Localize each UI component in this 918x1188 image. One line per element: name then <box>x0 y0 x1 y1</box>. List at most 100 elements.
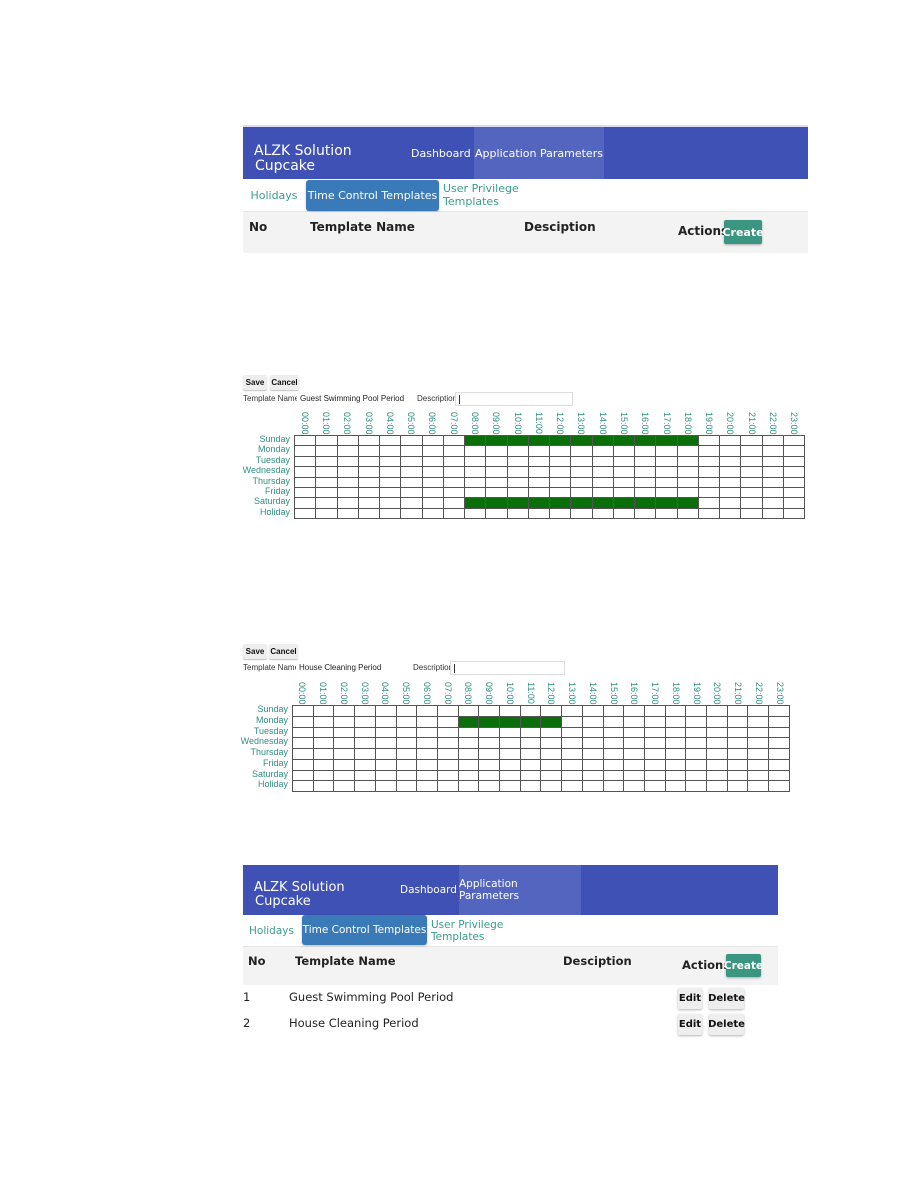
schedule-cell[interactable] <box>591 455 614 468</box>
schedule-cell[interactable] <box>697 486 721 499</box>
schedule-cell[interactable] <box>581 715 604 728</box>
schedule-cell[interactable] <box>336 497 359 509</box>
schedule-cell[interactable] <box>664 780 687 792</box>
schedule-cell[interactable] <box>478 715 501 728</box>
schedule-cell[interactable] <box>540 769 563 782</box>
schedule-cell[interactable] <box>726 726 749 739</box>
schedule-cell[interactable] <box>581 748 604 760</box>
schedule-cell[interactable] <box>499 715 521 728</box>
schedule-cell[interactable] <box>463 507 487 520</box>
schedule-cell[interactable] <box>400 507 423 520</box>
schedule-cell[interactable] <box>527 445 551 457</box>
schedule-cell[interactable] <box>706 726 728 739</box>
schedule-cell[interactable] <box>400 486 423 499</box>
schedule-cell[interactable] <box>706 780 728 792</box>
schedule-cell[interactable] <box>293 476 317 488</box>
schedule-cell[interactable] <box>315 476 338 488</box>
schedule-cell[interactable] <box>540 715 563 728</box>
schedule-cell[interactable] <box>416 705 438 717</box>
schedule-cell[interactable] <box>457 748 480 760</box>
schedule-cell[interactable] <box>293 466 317 478</box>
schedule-cell[interactable] <box>740 434 763 447</box>
schedule-cell[interactable] <box>761 476 784 488</box>
schedule-cell[interactable] <box>676 486 699 499</box>
schedule-cell[interactable] <box>726 705 749 717</box>
schedule-cell[interactable] <box>416 715 438 728</box>
schedule-cell[interactable] <box>761 507 784 520</box>
schedule-cell[interactable] <box>623 780 645 792</box>
schedule-cell[interactable] <box>548 486 572 499</box>
schedule-cell[interactable] <box>561 726 583 739</box>
schedule-cell[interactable] <box>685 758 708 771</box>
schedule-cell[interactable] <box>747 705 770 717</box>
schedule-cell[interactable] <box>581 769 604 782</box>
schedule-cell[interactable] <box>548 455 572 468</box>
schedule-cell[interactable] <box>442 455 466 468</box>
schedule-cell[interactable] <box>676 434 699 447</box>
schedule-cell[interactable] <box>643 748 666 760</box>
nav-dashboard[interactable]: Dashboard <box>401 127 481 179</box>
schedule-cell[interactable] <box>442 507 466 520</box>
schedule-cell[interactable] <box>633 486 657 499</box>
schedule-cell[interactable] <box>697 434 721 447</box>
schedule-cell[interactable] <box>643 758 666 771</box>
schedule-cell[interactable] <box>540 758 563 771</box>
schedule-cell[interactable] <box>463 434 487 447</box>
schedule-cell[interactable] <box>548 434 572 447</box>
edit-button[interactable]: Edit <box>678 988 702 1009</box>
schedule-cell[interactable] <box>499 737 521 749</box>
schedule-cell[interactable] <box>374 705 397 717</box>
schedule-cell[interactable] <box>315 486 338 499</box>
schedule-cell[interactable] <box>726 715 749 728</box>
schedule-cell[interactable] <box>485 445 508 457</box>
schedule-cell[interactable] <box>706 748 728 760</box>
schedule-cell[interactable] <box>378 507 402 520</box>
schedule-cell[interactable] <box>540 748 563 760</box>
schedule-cell[interactable] <box>421 507 444 520</box>
save-button[interactable]: Save <box>243 644 267 659</box>
schedule-cell[interactable] <box>336 507 359 520</box>
schedule-cell[interactable] <box>740 507 763 520</box>
schedule-cell[interactable] <box>685 705 708 717</box>
schedule-cell[interactable] <box>499 780 521 792</box>
cancel-button[interactable]: Cancel <box>270 375 299 390</box>
schedule-cell[interactable] <box>548 497 572 509</box>
schedule-cell[interactable] <box>685 726 708 739</box>
nav-application-parameters[interactable]: Application Parameters <box>474 127 604 179</box>
schedule-cell[interactable] <box>293 497 317 509</box>
schedule-cell[interactable] <box>718 466 742 478</box>
schedule-cell[interactable] <box>436 705 459 717</box>
schedule-cell[interactable] <box>312 780 335 792</box>
schedule-cell[interactable] <box>726 748 749 760</box>
delete-button[interactable]: Delete <box>708 988 745 1009</box>
schedule-cell[interactable] <box>782 497 806 509</box>
schedule-cell[interactable] <box>333 726 356 739</box>
schedule-cell[interactable] <box>292 705 314 717</box>
schedule-cell[interactable] <box>685 715 708 728</box>
schedule-cell[interactable] <box>747 758 770 771</box>
schedule-cell[interactable] <box>354 748 376 760</box>
schedule-cell[interactable] <box>463 466 487 478</box>
schedule-cell[interactable] <box>442 486 466 499</box>
tab-holidays[interactable]: Holidays <box>243 179 305 211</box>
template-name-input[interactable]: House Cleaning Period <box>296 661 411 674</box>
schedule-cell[interactable] <box>463 486 487 499</box>
schedule-cell[interactable] <box>697 466 721 478</box>
schedule-cell[interactable] <box>336 476 359 488</box>
schedule-cell[interactable] <box>478 705 501 717</box>
schedule-cell[interactable] <box>436 748 459 760</box>
schedule-cell[interactable] <box>706 715 728 728</box>
schedule-cell[interactable] <box>561 705 583 717</box>
template-name-input[interactable]: Guest Swimming Pool Period <box>297 392 414 405</box>
schedule-cell[interactable] <box>685 780 708 792</box>
schedule-cell[interactable] <box>436 780 459 792</box>
schedule-cell[interactable] <box>561 780 583 792</box>
schedule-cell[interactable] <box>519 780 542 792</box>
schedule-cell[interactable] <box>293 434 317 447</box>
schedule-cell[interactable] <box>527 507 551 520</box>
schedule-cell[interactable] <box>457 737 480 749</box>
schedule-cell[interactable] <box>527 497 551 509</box>
schedule-cell[interactable] <box>374 758 397 771</box>
schedule-cell[interactable] <box>333 715 356 728</box>
schedule-cell[interactable] <box>768 780 790 792</box>
